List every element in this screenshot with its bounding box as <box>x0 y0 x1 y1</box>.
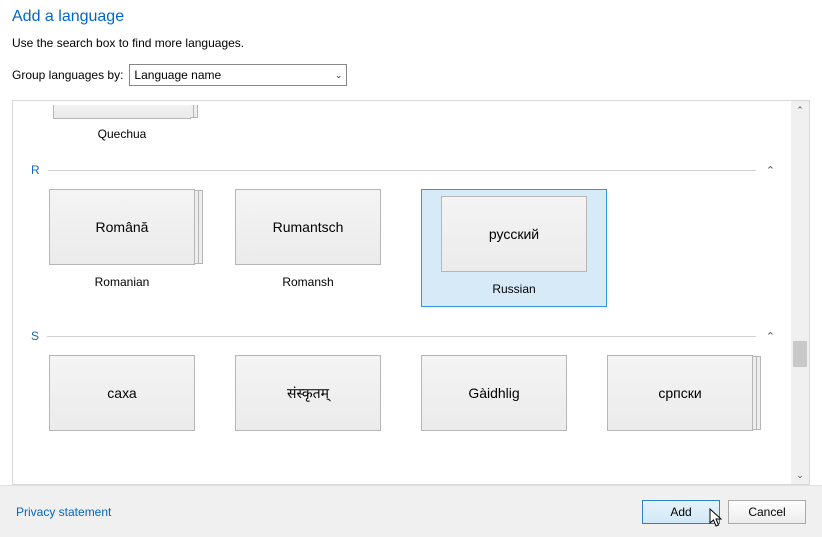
language-tile-card: русский <box>441 196 587 272</box>
language-native: Gàidhlig <box>468 385 519 401</box>
scroll-down-icon[interactable]: ⌄ <box>791 466 809 484</box>
section-letter: S <box>31 329 39 343</box>
language-tile-romanian[interactable]: Română Romanian <box>49 189 195 307</box>
language-tile-card: Rumantsch <box>235 189 381 265</box>
footer-buttons: Add Cancel <box>642 500 806 524</box>
language-tile-scottish-gaelic[interactable]: Gàidhlig <box>421 355 567 431</box>
cancel-button[interactable]: Cancel <box>728 500 806 524</box>
language-native: српски <box>658 385 701 401</box>
chevron-down-icon: ⌄ <box>335 70 343 81</box>
language-native: Română <box>96 219 149 235</box>
selection-highlight: русский Russian <box>421 189 607 307</box>
language-list-container: Quechua R ⌃ Română Romanian Rumantsch <box>12 100 810 485</box>
scroll-area: Quechua R ⌃ Română Romanian Rumantsch <box>13 101 791 484</box>
group-by-select[interactable]: Language name ⌄ <box>129 64 347 86</box>
language-native: Rumantsch <box>273 219 344 235</box>
language-tile-english: Quechua <box>98 127 147 141</box>
group-by-value: Language name <box>134 68 221 82</box>
language-tile-sakha[interactable]: саха <box>49 355 195 431</box>
language-tile-card: саха <box>49 355 195 431</box>
section-header-s: S ⌃ <box>31 329 781 343</box>
section-divider <box>48 170 756 171</box>
language-tile-card: српски <box>607 355 753 431</box>
language-english: Romansh <box>282 275 333 289</box>
section-s-tiles: саха संस्कृतम् Gàidhlig српски <box>49 355 781 431</box>
page-title: Add a language <box>12 8 810 26</box>
section-letter: R <box>31 163 40 177</box>
scroll-up-icon[interactable]: ⌃ <box>791 101 809 119</box>
language-native: संस्कृतम् <box>287 384 329 403</box>
group-by-row: Group languages by: Language name ⌄ <box>12 64 810 86</box>
language-tile-card: Gàidhlig <box>421 355 567 431</box>
collapse-icon[interactable]: ⌃ <box>766 164 775 177</box>
footer-bar: Privacy statement Add Cancel <box>0 485 822 537</box>
section-r-tiles: Română Romanian Rumantsch Romansh русски… <box>49 189 781 307</box>
scroll-thumb[interactable] <box>793 341 807 367</box>
section-header-r: R ⌃ <box>31 163 781 177</box>
language-tile-serbian[interactable]: српски <box>607 355 753 431</box>
language-tile-quechua[interactable]: Quechua <box>49 105 195 141</box>
collapse-icon[interactable]: ⌃ <box>766 330 775 343</box>
add-language-window: Add a language Use the search box to fin… <box>0 0 822 537</box>
privacy-link[interactable]: Privacy statement <box>16 505 111 519</box>
prev-section-tail: Quechua <box>35 105 781 141</box>
language-native: саха <box>107 385 136 401</box>
language-english: Russian <box>492 282 535 296</box>
language-english: Romanian <box>95 275 150 289</box>
scrollbar[interactable]: ⌃ ⌄ <box>791 101 809 484</box>
language-tile-romansh[interactable]: Rumantsch Romansh <box>235 189 381 307</box>
section-divider <box>47 336 756 337</box>
add-button[interactable]: Add <box>642 500 720 524</box>
language-tile-sanskrit[interactable]: संस्कृतम् <box>235 355 381 431</box>
header: Add a language Use the search box to fin… <box>0 0 822 100</box>
language-tile-card: संस्कृतम् <box>235 355 381 431</box>
language-tile-card: Română <box>49 189 195 265</box>
page-subtitle: Use the search box to find more language… <box>12 36 810 50</box>
language-tile-card <box>53 105 191 119</box>
language-tile-russian[interactable]: русский Russian <box>421 189 607 307</box>
group-by-label: Group languages by: <box>12 68 123 82</box>
language-native: русский <box>489 226 539 242</box>
